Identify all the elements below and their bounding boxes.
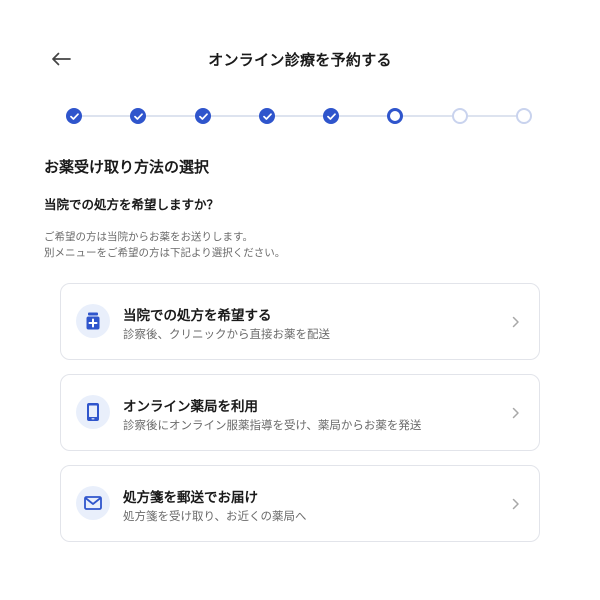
step-2-done (130, 108, 146, 124)
option-description: 診察後にオンライン服薬指導を受け、薬局からお薬を発送 (123, 418, 422, 432)
check-icon (69, 112, 79, 120)
option-online-pharmacy[interactable]: オンライン薬局を利用 診察後にオンライン服薬指導を受け、薬局からお薬を発送 (60, 374, 540, 451)
option-icon-container (76, 486, 110, 520)
option-mail-prescription[interactable]: 処方箋を郵送でお届け 処方箋を受け取り、お近くの薬局へ (60, 465, 540, 542)
step-1-done (66, 108, 82, 124)
option-description: 診察後、クリニックから直接お薬を配送 (123, 327, 330, 341)
step-4-done (259, 108, 275, 124)
chevron-right-icon (511, 497, 521, 511)
medicine-box-icon (86, 312, 100, 330)
header: オンライン診療を予約する (0, 0, 600, 120)
option-icon-container (76, 304, 110, 338)
check-icon (198, 112, 208, 120)
progress-stepper (66, 108, 532, 124)
option-title: 処方箋を郵送でお届け (123, 490, 258, 506)
page-title: オンライン診療を予約する (208, 51, 392, 69)
step-6-current (387, 108, 403, 124)
chevron-right-icon (511, 406, 521, 420)
option-description: 処方箋を受け取り、お近くの薬局へ (123, 509, 307, 523)
chevron-right-icon (511, 315, 521, 329)
smartphone-icon (87, 403, 99, 421)
option-title: オンライン薬局を利用 (123, 399, 258, 415)
step-8-pending (516, 108, 532, 124)
note-text: ご希望の方は当院からお薬をお送りします。 別メニューをご希望の方は下記より選択く… (44, 229, 285, 261)
check-icon (133, 112, 143, 120)
option-clinic-prescription[interactable]: 当院での処方を希望する 診察後、クリニックから直接お薬を配送 (60, 283, 540, 360)
check-icon (326, 112, 336, 120)
step-3-done (195, 108, 211, 124)
step-7-pending (452, 108, 468, 124)
step-5-done (323, 108, 339, 124)
note-line: 別メニューをご希望の方は下記より選択ください。 (44, 247, 286, 259)
note-line: ご希望の方は当院からお薬をお送りします。 (44, 231, 253, 243)
mail-icon (84, 496, 102, 510)
option-title: 当院での処方を希望する (123, 308, 272, 324)
option-icon-container (76, 395, 110, 429)
question-text: 当院での処方を希望しますか？ (44, 197, 220, 212)
check-icon (262, 112, 272, 120)
section-title: お薬受け取り方法の選択 (44, 158, 210, 176)
